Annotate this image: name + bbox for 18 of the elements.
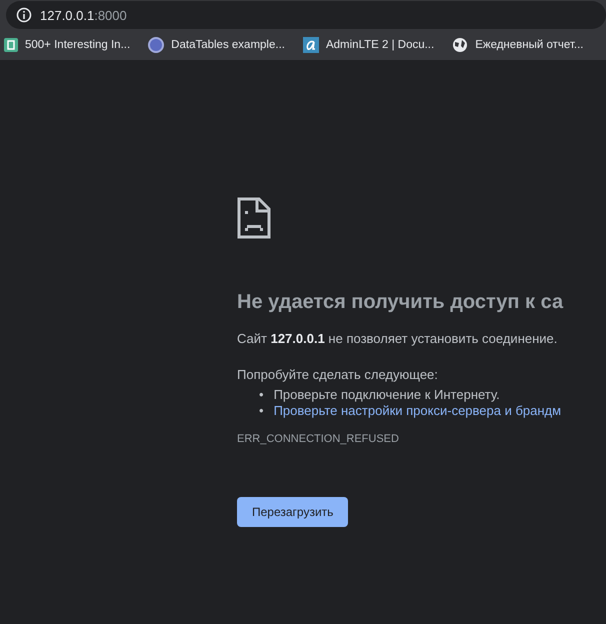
- bookmark-link[interactable]: DataTables example...: [171, 39, 285, 51]
- bookmark-link[interactable]: 500+ Interesting In...: [25, 39, 130, 51]
- url-text[interactable]: 127.0.0.1:8000: [40, 8, 127, 22]
- reload-button[interactable]: Перезагрузить: [237, 497, 348, 527]
- error-message: Сайт 127.0.0.1 не позволяет установить соединение.: [237, 330, 558, 348]
- suggestion-text: Проверьте подключение к Интернету.: [274, 387, 500, 403]
- info-icon[interactable]: [16, 7, 32, 23]
- bullet: •: [259, 387, 264, 403]
- bookmark-link[interactable]: Ежедневный отчет...: [475, 39, 584, 51]
- error-code: ERR_CONNECTION_REFUSED: [237, 433, 400, 445]
- proxy-settings-link[interactable]: Проверьте настройки прокси-сервера и брандм: [274, 403, 562, 419]
- suggestions-heading: Попробуйте сделать следующее:: [237, 366, 439, 384]
- bookmark-link[interactable]: AdminLTE 2 | Docu...: [326, 39, 434, 51]
- bullet: •: [259, 403, 264, 419]
- letter-a-icon: [302, 37, 319, 53]
- error-title: Не удается получить доступ к са: [237, 290, 564, 315]
- disc-icon: [148, 37, 164, 53]
- sad-page-icon: [237, 197, 271, 239]
